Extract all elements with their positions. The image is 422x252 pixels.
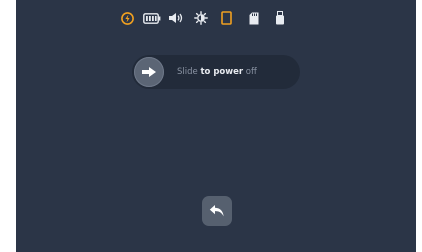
arrow-right-icon [142,67,156,77]
brightness-icon[interactable] [194,10,208,26]
slider-label-pre: Slide [177,67,201,77]
battery-icon[interactable] [143,10,161,26]
back-button[interactable] [202,196,232,226]
power-off-slider[interactable]: Slide to power off [132,55,300,89]
usb-drive-icon[interactable] [274,10,286,26]
power-icon[interactable] [120,10,134,26]
power-off-screen: Slide to power off [16,0,416,252]
slider-knob[interactable] [134,57,164,87]
sd-card-icon[interactable] [248,10,260,26]
slider-label: Slide to power off [177,55,257,89]
slider-label-post: off [243,67,257,77]
back-arrow-icon [209,205,224,217]
status-bar [16,10,416,26]
volume-icon[interactable] [168,10,184,26]
screen-icon[interactable] [220,10,232,26]
slider-label-strong: to power [200,67,244,77]
